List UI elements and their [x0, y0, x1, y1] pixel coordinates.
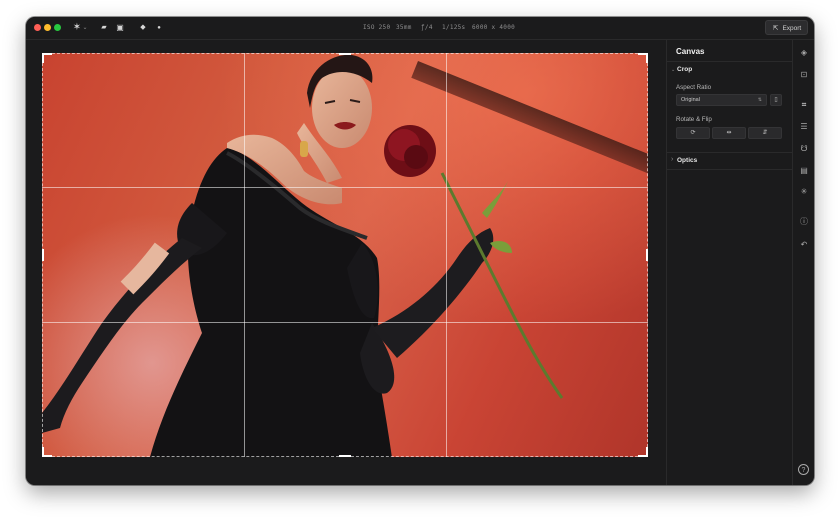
- orientation-toggle-button[interactable]: ▯: [770, 94, 782, 106]
- aspect-ratio-value: Original: [681, 97, 700, 103]
- crop-handle-bottom[interactable]: [339, 455, 351, 457]
- focal-length-value: 35mm: [396, 24, 412, 31]
- folder-icon[interactable]: ▰: [99, 21, 109, 35]
- layers-icon[interactable]: ▤: [798, 165, 810, 177]
- crop-boundary: [42, 53, 648, 457]
- rotate-icon: ⟳: [690, 130, 696, 136]
- focus-icon[interactable]: ⊡: [798, 69, 810, 81]
- resolution-value: 6000 x 4000: [472, 24, 516, 31]
- info-icon[interactable]: ⓘ: [798, 216, 810, 228]
- flip-horizontal-button[interactable]: ⇹: [712, 127, 746, 139]
- flip-horizontal-icon: ⇹: [726, 130, 732, 136]
- crop-section-label: Crop: [677, 66, 693, 73]
- select-arrows-icon: ⇅: [757, 97, 762, 103]
- orientation-icon: ▯: [774, 97, 778, 103]
- minimize-window-button[interactable]: [44, 24, 51, 31]
- aspect-ratio-label: Aspect Ratio: [676, 84, 712, 91]
- crop-handle-left[interactable]: [42, 249, 44, 261]
- retouch-icon[interactable]: ☋: [798, 143, 810, 155]
- optics-section-label: Optics: [677, 157, 698, 164]
- aspect-ratio-select[interactable]: Original ⇅: [676, 94, 767, 106]
- magic-wand-icon[interactable]: ✶: [72, 21, 82, 35]
- crop-handle-bottom-right[interactable]: [638, 447, 648, 457]
- title-bar: ✶ ⌄ ▰ ▣ ◆ ● ISO 250 35mm ƒ/4 1/125s 6000…: [26, 17, 814, 40]
- shutter-speed-value: 1/125s: [442, 24, 466, 31]
- crop-handle-top[interactable]: [339, 53, 351, 55]
- crop-handle-bottom-left[interactable]: [42, 447, 52, 457]
- tool-rail: ◈ ⊡ ⌗ ☰ ☋ ▤ ✳ ⓘ ↶ ?: [792, 40, 814, 485]
- crop-section-header[interactable]: ⌄ Crop: [667, 61, 793, 78]
- rotate-flip-label: Rotate & Flip: [676, 116, 712, 123]
- flip-vertical-button[interactable]: ⇵: [748, 127, 782, 139]
- crop-icon[interactable]: ⌗: [798, 99, 810, 111]
- search-icon[interactable]: ●: [154, 21, 164, 35]
- zoom-window-button[interactable]: [54, 24, 61, 31]
- image-icon[interactable]: ▣: [115, 21, 125, 35]
- app-window: ✶ ⌄ ▰ ▣ ◆ ● ISO 250 35mm ƒ/4 1/125s 6000…: [26, 17, 814, 485]
- sliders-icon[interactable]: ☰: [798, 121, 810, 133]
- eraser-icon[interactable]: ◆: [138, 21, 148, 35]
- chevron-down-icon: ⌄: [671, 67, 676, 73]
- export-button[interactable]: ⇱ Export: [765, 20, 808, 35]
- crop-handle-top-left[interactable]: [42, 53, 52, 63]
- color-adjust-icon[interactable]: ◈: [798, 47, 810, 59]
- export-icon: ⇱: [773, 25, 779, 32]
- iso-value: ISO 250: [363, 24, 391, 31]
- flip-vertical-icon: ⇵: [762, 130, 768, 136]
- photo-preview[interactable]: [42, 53, 648, 457]
- rotate-button[interactable]: ⟳: [676, 127, 710, 139]
- effects-icon[interactable]: ✳: [798, 186, 810, 198]
- tool-menu-chevron-icon[interactable]: ⌄: [82, 21, 88, 35]
- canvas-area[interactable]: [26, 40, 666, 485]
- panel-title: Canvas: [676, 47, 705, 56]
- inspector-panel: Canvas ⌄ Crop Aspect Ratio Original ⇅ ▯ …: [666, 40, 793, 485]
- export-label: Export: [782, 25, 802, 32]
- crop-handle-top-right[interactable]: [638, 53, 648, 63]
- help-icon[interactable]: ?: [798, 464, 809, 475]
- close-window-button[interactable]: [34, 24, 41, 31]
- crop-handle-right[interactable]: [646, 249, 648, 261]
- aperture-value: ƒ/4: [421, 24, 433, 31]
- optics-section-header[interactable]: › Optics: [667, 152, 793, 170]
- history-icon[interactable]: ↶: [798, 239, 810, 251]
- chevron-right-icon: ›: [671, 156, 674, 163]
